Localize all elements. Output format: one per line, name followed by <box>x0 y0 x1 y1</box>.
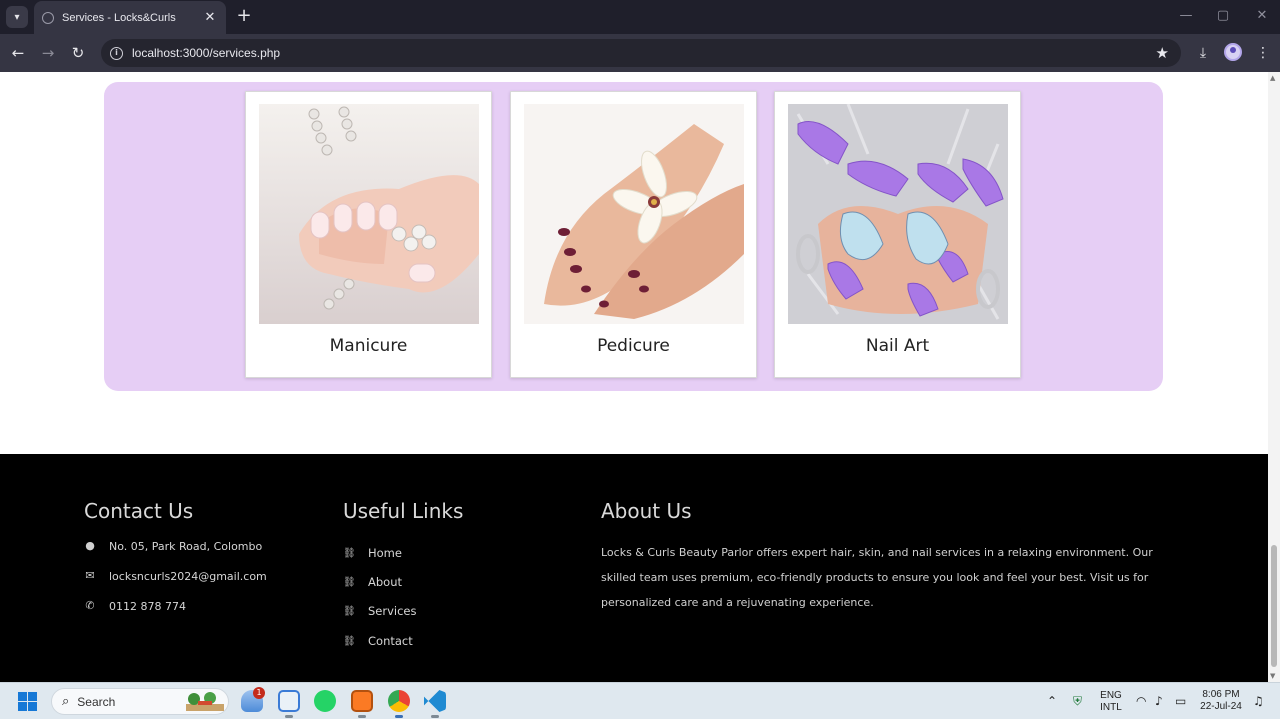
footer-link-contact[interactable]: ⛓ Contact <box>343 634 413 648</box>
about-heading: About Us <box>601 499 692 523</box>
windows-taskbar: ⌕ Search 1 ⌃ ⛨ ENG INTL ◠ ♪ ▭ 8:06 PM 22… <box>0 682 1280 719</box>
minimize-button[interactable]: — <box>1173 6 1199 26</box>
phone-icon: ✆ <box>85 599 95 612</box>
service-label: Manicure <box>329 336 408 356</box>
search-highlight-icon <box>186 692 224 711</box>
speaker-icon[interactable]: ♪ <box>1155 694 1163 708</box>
browser-toolbar: ← → ↻ i localhost:3000/services.php ★ ⤓ … <box>0 34 1280 72</box>
envelope-icon: ✉ <box>85 569 95 582</box>
link-icon: ⛓ <box>343 547 356 559</box>
whatsapp-icon[interactable] <box>314 690 336 712</box>
pedicure-image <box>524 104 744 324</box>
reload-icon[interactable]: ↻ <box>68 43 88 63</box>
link-icon: ⛓ <box>343 576 356 588</box>
manicure-image <box>259 104 479 324</box>
url-text: localhost:3000/services.php <box>132 46 281 60</box>
download-icon[interactable]: ⤓ <box>1193 43 1213 63</box>
maximize-button[interactable]: ▢ <box>1210 6 1236 26</box>
link-icon: ⛓ <box>343 605 356 617</box>
scroll-up-arrow-icon[interactable]: ▲ <box>1270 74 1275 82</box>
new-tab-button[interactable]: + <box>234 6 254 26</box>
language-indicator[interactable]: ENG INTL <box>1097 690 1125 714</box>
contact-heading: Contact Us <box>84 499 194 523</box>
browser-tab-bar: ▾ Services - Locks&Curls ✕ + — ▢ ✕ <box>0 0 1280 34</box>
more-menu-icon[interactable]: ⋮ <box>1253 43 1273 63</box>
window-close-button[interactable]: ✕ <box>1249 6 1275 26</box>
running-indicator <box>431 715 439 718</box>
service-label: Nail Art <box>865 336 930 356</box>
nail-art-image <box>788 104 1008 324</box>
address-bar[interactable]: i localhost:3000/services.php ★ <box>101 39 1181 67</box>
contact-phone: ✆ 0112 878 774 <box>85 599 186 613</box>
notification-badge: 1 <box>253 687 265 699</box>
page-viewport: Manicure Pedicure Nail Art Contact Us ● … <box>0 72 1268 682</box>
tab-close-icon[interactable]: ✕ <box>202 10 218 25</box>
browser-tab-active[interactable]: Services - Locks&Curls ✕ <box>34 1 226 34</box>
tab-title: Services - Locks&Curls <box>62 11 176 24</box>
chrome-icon[interactable] <box>388 690 410 712</box>
bookmark-star-icon[interactable]: ★ <box>1156 44 1169 62</box>
services-panel: Manicure Pedicure Nail Art <box>104 82 1163 391</box>
wifi-icon[interactable]: ◠ <box>1136 694 1146 708</box>
taskbar-search[interactable]: ⌕ Search <box>51 688 229 715</box>
snipping-tool-icon[interactable] <box>278 690 300 712</box>
globe-icon <box>42 11 54 24</box>
service-card-pedicure[interactable]: Pedicure <box>510 91 757 378</box>
notification-bell-icon[interactable]: ♫ <box>1253 694 1264 708</box>
link-icon: ⛓ <box>343 635 356 647</box>
scroll-thumb[interactable] <box>1271 545 1277 667</box>
windows-start-icon[interactable] <box>18 692 37 711</box>
location-pin-icon: ● <box>85 539 95 552</box>
about-text: Locks & Curls Beauty Parlor offers exper… <box>601 546 1153 609</box>
forward-arrow-icon[interactable]: → <box>38 43 58 63</box>
chevron-up-icon[interactable]: ⌃ <box>1047 694 1057 708</box>
service-card-nail-art[interactable]: Nail Art <box>774 91 1021 378</box>
service-label: Pedicure <box>597 336 670 356</box>
vscode-icon[interactable] <box>424 690 446 712</box>
back-arrow-icon[interactable]: ← <box>8 43 28 63</box>
site-footer: Contact Us ● No. 05, Park Road, Colombo … <box>0 454 1268 682</box>
site-info-icon[interactable]: i <box>110 46 123 60</box>
search-icon: ⌕ <box>62 694 70 709</box>
clock[interactable]: 8:06 PM 22-Jul-24 <box>1196 689 1246 713</box>
scroll-down-arrow-icon[interactable]: ▼ <box>1270 672 1275 680</box>
service-card-manicure[interactable]: Manicure <box>245 91 492 378</box>
contact-address: ● No. 05, Park Road, Colombo <box>85 539 263 553</box>
footer-link-home[interactable]: ⛓ Home <box>343 546 402 560</box>
page-scrollbar[interactable]: ▲ ▼ <box>1268 72 1280 682</box>
xampp-icon[interactable] <box>351 690 373 712</box>
running-indicator <box>285 715 293 718</box>
battery-icon[interactable]: ▭ <box>1175 694 1186 708</box>
footer-link-services[interactable]: ⛓ Services <box>343 604 417 618</box>
tab-search-button[interactable]: ▾ <box>6 6 28 28</box>
footer-link-about[interactable]: ⛓ About <box>343 575 402 589</box>
profile-avatar-icon[interactable] <box>1224 43 1242 61</box>
contact-email[interactable]: ✉ locksncurls2024@gmail.com <box>84 569 266 583</box>
security-shield-icon[interactable]: ⛨ <box>1073 694 1082 709</box>
running-indicator <box>395 715 403 718</box>
running-indicator <box>358 715 366 718</box>
useful-links-heading: Useful Links <box>343 499 464 523</box>
